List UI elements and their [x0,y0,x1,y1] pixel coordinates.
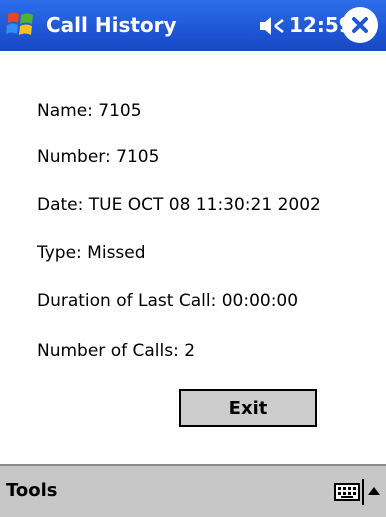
windows-start-icon[interactable] [4,8,38,42]
close-icon [352,17,368,33]
menu-divider [362,479,364,505]
title-bar: Call History 12:59 [0,0,386,51]
speaker-muted-icon[interactable] [258,14,286,38]
call-count-label: Number of Calls: 2 [37,341,196,361]
keyboard-icon[interactable] [334,483,360,501]
window-title: Call History [46,13,177,37]
close-button[interactable] [342,7,378,43]
duration-label: Duration of Last Call: 00:00:00 [37,291,299,311]
number-label: Number: 7105 [37,147,160,167]
pocket-pc-window: Call History 12:59 Name: 7105 Number: 71… [0,0,386,517]
exit-button[interactable]: Exit [179,389,317,427]
call-details-panel: Name: 7105 Number: 7105 Date: TUE OCT 08… [0,51,386,464]
input-selector-arrow-icon[interactable] [367,486,381,496]
menu-bar: Tools [0,464,386,517]
name-label: Name: 7105 [37,101,142,121]
type-label: Type: Missed [37,243,146,263]
tools-menu[interactable]: Tools [6,480,58,501]
date-label: Date: TUE OCT 08 11:30:21 2002 [37,195,321,215]
